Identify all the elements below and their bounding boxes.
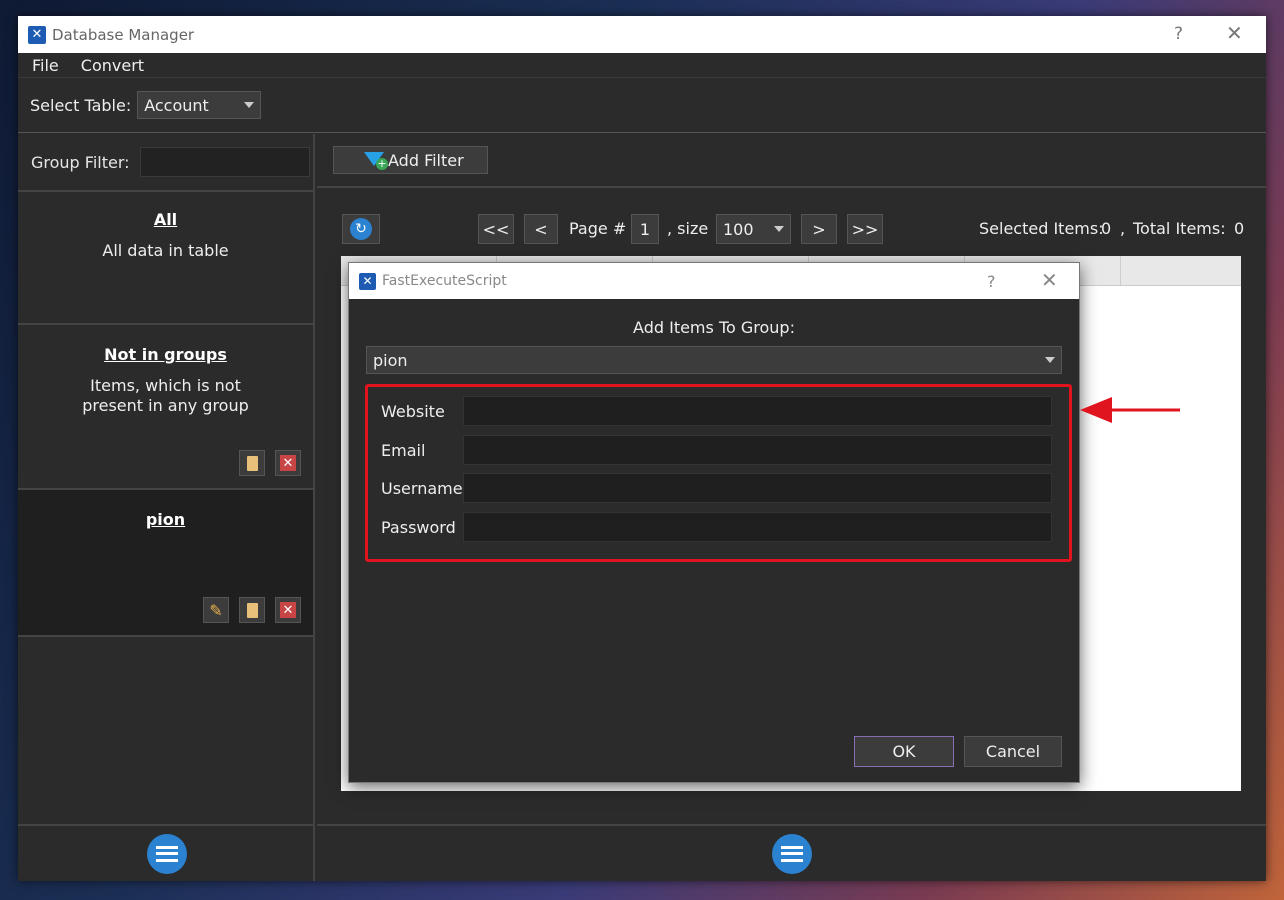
copy-icon — [246, 455, 258, 471]
website-field[interactable] — [463, 396, 1052, 426]
fields-highlight: Website Email Username Password — [365, 384, 1072, 562]
username-label: Username — [381, 478, 463, 498]
prev-page-button[interactable]: < — [524, 214, 558, 244]
group-desc-all: All data in table — [102, 241, 229, 260]
dialog-heading: Add Items To Group: — [633, 318, 795, 337]
selected-items-label: Selected Items: — [979, 219, 1104, 238]
select-table-label: Select Table: — [30, 95, 132, 115]
page-size-select[interactable]: 100 — [716, 214, 791, 244]
add-items-dialog: ✕ FastExecuteScript ? ✕ Add Items To Gro… — [348, 262, 1080, 783]
close-button[interactable]: ✕ — [1226, 21, 1243, 45]
add-filter-button[interactable]: + Add Filter — [333, 146, 488, 174]
email-label: Email — [381, 440, 426, 460]
menu-file[interactable]: File — [18, 56, 67, 75]
chevron-down-icon — [1045, 357, 1055, 363]
group-actions: ✕ — [239, 450, 301, 476]
last-page-button[interactable]: >> — [847, 214, 883, 244]
chevron-down-icon — [244, 102, 255, 108]
title-bar: ✕ Database Manager ? ✕ — [18, 16, 1266, 53]
website-label: Website — [381, 401, 445, 421]
refresh-button[interactable]: ↻ — [342, 214, 380, 244]
username-row: Username — [381, 473, 1071, 503]
data-list-button[interactable] — [771, 833, 812, 874]
dialog-help-button[interactable]: ? — [987, 272, 996, 291]
group-actions: ✎ ✕ — [203, 597, 301, 623]
edit-button[interactable]: ✎ — [203, 597, 229, 623]
window-title: Database Manager — [52, 25, 195, 44]
edit-icon: ✎ — [209, 600, 223, 620]
refresh-icon: ↻ — [350, 218, 372, 240]
dialog-title-bar: ✕ FastExecuteScript ? ✕ — [349, 263, 1079, 299]
menu-convert[interactable]: Convert — [67, 56, 158, 75]
chevron-down-icon — [774, 226, 784, 232]
delete-button[interactable]: ✕ — [275, 597, 301, 623]
list-icon — [155, 845, 178, 862]
group-filter-row: Group Filter: — [18, 134, 313, 192]
delete-button[interactable]: ✕ — [275, 450, 301, 476]
groups-list-button[interactable] — [146, 833, 187, 874]
username-field[interactable] — [463, 473, 1052, 503]
table-select-value: Account — [144, 95, 209, 115]
password-field[interactable] — [463, 512, 1052, 542]
dialog-close-button[interactable]: ✕ — [1041, 268, 1058, 292]
cancel-button[interactable]: Cancel — [964, 736, 1062, 767]
selected-items-count: 0 — [1101, 219, 1112, 238]
delete-icon: ✕ — [280, 455, 296, 471]
copy-icon — [246, 602, 258, 618]
email-field[interactable] — [463, 435, 1052, 465]
group-desc-not-in-groups: Items, which is not present in any group — [18, 376, 313, 416]
group-title-all[interactable]: All — [18, 210, 313, 229]
group-filter-label: Group Filter: — [31, 152, 130, 172]
copy-button[interactable] — [239, 597, 265, 623]
group-select-value: pion — [373, 350, 408, 370]
website-row: Website — [381, 396, 1071, 426]
group-desc-line: Items, which is not — [90, 376, 241, 395]
app-logo-icon: ✕ — [359, 272, 376, 290]
email-row: Email — [381, 435, 1071, 465]
password-row: Password — [381, 512, 1071, 542]
total-items-label: Total Items: — [1133, 219, 1226, 238]
password-label: Password — [381, 517, 456, 537]
group-card-pion[interactable]: pion ✎ ✕ — [18, 490, 313, 637]
arrow-left-icon — [1080, 397, 1180, 423]
add-filter-label: Add Filter — [388, 150, 464, 170]
table-select[interactable]: Account — [137, 91, 262, 119]
help-button[interactable]: ? — [1174, 24, 1183, 44]
items-separator: , — [1120, 219, 1126, 238]
first-page-button[interactable]: << — [478, 214, 514, 244]
groups-footer — [18, 824, 315, 881]
total-items-count: 0 — [1234, 219, 1245, 238]
group-filter-input[interactable] — [139, 147, 310, 177]
page-size-value: 100 — [723, 219, 754, 239]
group-select[interactable]: pion — [366, 346, 1062, 374]
group-desc-line: present in any group — [82, 396, 249, 415]
size-label: , size — [667, 219, 709, 238]
pager: ↻ << < Page # 1 , size 100 > >> Selected… — [341, 214, 1246, 244]
list-icon — [780, 845, 803, 862]
app-logo-icon: ✕ — [28, 25, 46, 44]
group-title-pion[interactable]: pion — [18, 510, 313, 529]
page-number-input[interactable]: 1 — [631, 214, 659, 244]
filter-row: + Add Filter — [317, 134, 1266, 188]
menu-bar: File Convert — [18, 53, 1266, 78]
plus-icon: + — [376, 157, 388, 170]
delete-icon: ✕ — [280, 602, 296, 618]
page-label: Page # — [569, 219, 627, 238]
data-footer — [317, 824, 1266, 881]
group-card-not-in-groups[interactable]: Not in groups Items, which is not presen… — [18, 325, 313, 490]
groups-pane: Group Filter: All All data in table Not … — [18, 134, 315, 881]
table-select-row: Select Table: Account — [18, 78, 1266, 133]
next-page-button[interactable]: > — [801, 214, 837, 244]
copy-button[interactable] — [239, 450, 265, 476]
dialog-title: FastExecuteScript — [382, 273, 507, 289]
group-card-all[interactable]: All All data in table — [18, 192, 313, 325]
group-title-not-in-groups[interactable]: Not in groups — [18, 345, 313, 364]
ok-button[interactable]: OK — [854, 736, 954, 767]
